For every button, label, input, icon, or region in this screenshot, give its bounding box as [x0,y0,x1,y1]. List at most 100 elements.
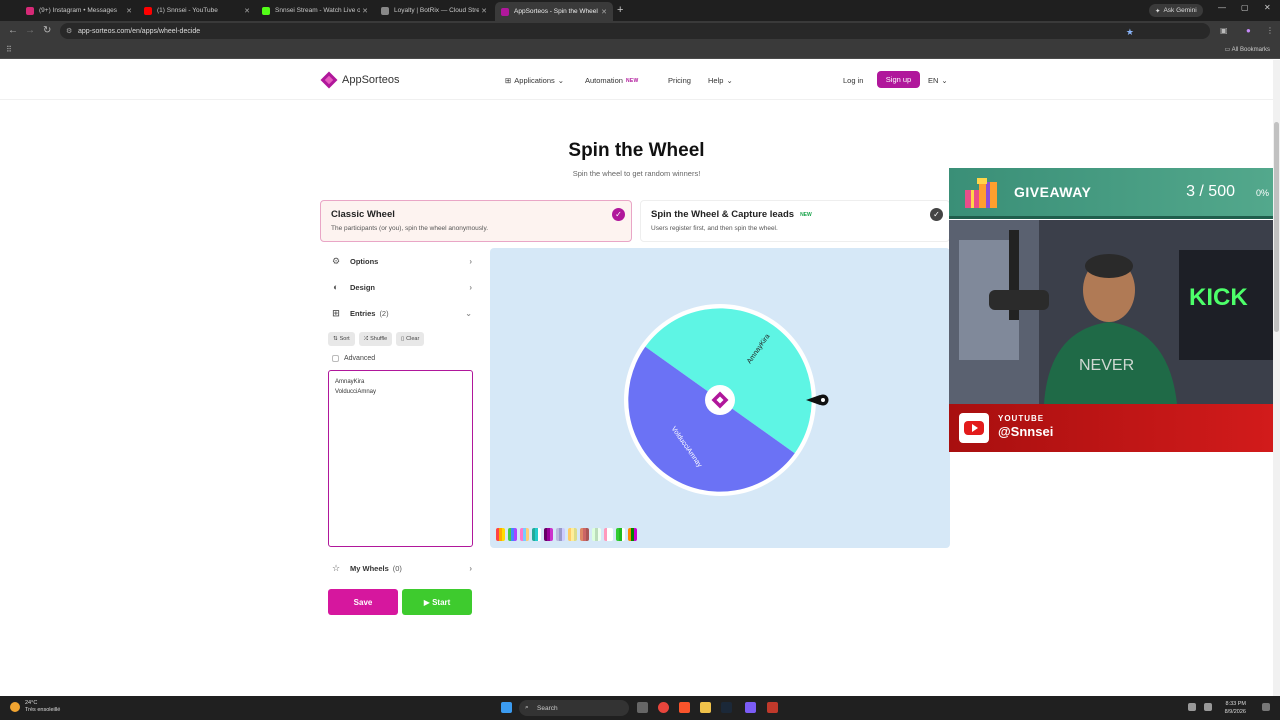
mode-classic-wheel[interactable]: Classic Wheel The participants (or you),… [320,200,632,242]
my-wheels-section[interactable]: ☆ My Wheels (0) › [320,555,480,581]
youtube-banner: YOUTUBE @Snnsei [949,404,1273,452]
address-bar[interactable]: ⚙ app-sorteos.com/en/apps/wheel-decide ★ [60,23,1210,39]
shuffle-button[interactable]: ⤮ Shuffle [358,332,393,346]
volume-icon[interactable] [1204,703,1212,711]
bookmark-star-icon[interactable]: ★ [1126,27,1134,38]
forward-icon[interactable]: → [25,25,35,36]
windows-start-icon[interactable] [501,702,512,713]
nav-applications[interactable]: ⊞ Applications ⌄ [505,76,564,85]
chevron-right-icon: › [469,282,472,292]
file-explorer-icon[interactable] [700,702,711,713]
palette-option[interactable] [508,528,517,541]
tab-appsorteos[interactable]: AppSorteos - Spin the Wheel Onli ✕ [495,2,613,21]
close-icon[interactable]: ✕ [599,8,609,16]
entries-section[interactable]: ⊞ Entries (2) ⌄ [320,300,480,326]
sort-label: Sort [339,336,350,342]
advanced-toggle[interactable]: Advanced [320,350,480,362]
mode-capture-leads[interactable]: Spin the Wheel & Capture leads NEW Users… [640,200,950,242]
folder-icon: ▭ [1224,47,1231,53]
nav-automation-label: Automation [585,76,623,85]
obs-icon[interactable] [767,702,778,713]
close-window-icon[interactable]: ✕ [1264,3,1271,12]
menu-icon[interactable]: ⋮ [1266,26,1274,35]
scroll-thumb[interactable] [1274,122,1279,332]
steam-icon[interactable] [721,702,732,713]
options-section[interactable]: ⚙ Options › [320,248,480,274]
maximize-icon[interactable]: ▢ [1241,3,1249,12]
tab-kick[interactable]: Snnsei Stream - Watch Live on Kick ✕ [256,3,374,18]
all-bookmarks[interactable]: ▭ All Bookmarks [1225,46,1270,53]
spin-wheel[interactable]: AmnayKira VolducciAmnay [490,248,950,528]
mode-title: Spin the Wheel & Capture leads [651,209,795,220]
mode-description: Users register first, and then spin the … [651,225,778,232]
palette-option[interactable] [556,528,565,541]
clear-button[interactable]: ▯ Clear [396,332,425,346]
system-clock[interactable]: 8:33 PM 8/9/2026 [1225,700,1246,716]
tab-youtube[interactable]: (1) Snnsei - YouTube ✕ [138,3,256,18]
discord-icon[interactable] [745,702,756,713]
wifi-icon[interactable] [1188,703,1196,711]
close-icon[interactable]: ✕ [242,7,252,15]
save-button[interactable]: Save [328,589,398,615]
start-button[interactable]: ▶ Start [402,589,472,615]
sparkle-icon: ✦ [1155,7,1161,15]
site-info-icon[interactable]: ⚙ [66,27,72,35]
palette-option[interactable] [592,528,601,541]
palette-option[interactable] [568,528,577,541]
palette-option[interactable] [616,528,625,541]
apps-grid-icon[interactable]: ⠿ [6,45,12,54]
close-icon[interactable]: ✕ [479,7,489,15]
close-icon[interactable]: ✕ [360,7,370,15]
wheel-settings-sidebar: ⚙ Options › ◐ Design › ⊞ Entries (2) ⌄ ⇅… [320,248,480,623]
nav-automation[interactable]: Automation NEW [585,76,639,85]
chrome-icon[interactable] [658,702,669,713]
extensions-icon[interactable]: ▣ [1220,26,1228,35]
weather-widget[interactable]: 24°C Très ensoleillé [10,700,60,714]
notification-icon[interactable] [1262,703,1270,711]
new-tab-icon[interactable]: + [617,4,623,16]
tab-botrix[interactable]: Loyalty | BotRix — Cloud Stream ✕ [375,3,493,18]
platform-label: YOUTUBE [998,414,1045,423]
search-icon: ⌕ [525,704,529,711]
my-wheels-count: (0) [392,563,402,573]
palette-option[interactable] [544,528,553,541]
giveaway-progress [949,216,1273,219]
advanced-label: Advanced [344,355,376,362]
palette-option[interactable] [532,528,541,541]
close-icon[interactable]: ✕ [124,7,134,15]
advanced-checkbox[interactable] [332,355,339,362]
botrix-icon [381,6,389,15]
ask-gemini-button[interactable]: ✦ Ask Gemini [1149,4,1203,17]
language-selector[interactable]: EN ⌄ [928,76,948,85]
nav-pricing[interactable]: Pricing [668,76,691,85]
entries-textarea[interactable]: AmnayKira VolducciAmnay [328,370,473,547]
mode-title: Classic Wheel [331,209,395,220]
palette-option[interactable] [604,528,613,541]
palette-icon: ◐ [333,282,339,292]
signup-label: Sign up [885,75,912,84]
profile-icon[interactable]: ● [1246,26,1251,35]
login-link[interactable]: Log in [843,76,863,85]
minimize-icon[interactable]: — [1218,3,1226,12]
task-view-icon[interactable] [637,702,648,713]
wheel-stage: AmnayKira VolducciAmnay [490,248,950,548]
palette-option[interactable] [496,528,505,541]
design-section[interactable]: ◐ Design › [320,274,480,300]
gift-icon [965,178,997,208]
nav-help[interactable]: Help ⌄ [708,76,733,85]
palette-option[interactable] [628,528,637,541]
login-label: Log in [843,76,864,85]
brave-icon[interactable] [679,702,690,713]
site-logo[interactable]: AppSorteos [320,71,399,89]
palette-option[interactable] [580,528,589,541]
palette-option[interactable] [520,528,529,541]
channel-handle: @Snnsei [998,424,1054,439]
sort-button[interactable]: ⇅ Sort [328,332,355,346]
taskbar-search[interactable]: ⌕ Search [519,700,629,716]
back-icon[interactable]: ← [8,25,18,36]
page-scrollbar[interactable] [1273,60,1280,696]
reload-icon[interactable]: ↻ [43,25,51,36]
tab-instagram[interactable]: (9+) Instagram • Messages ✕ [20,3,138,18]
signup-button[interactable]: Sign up [877,71,920,88]
giveaway-bar: GIVEAWAY 3 / 500 0% [949,168,1273,216]
